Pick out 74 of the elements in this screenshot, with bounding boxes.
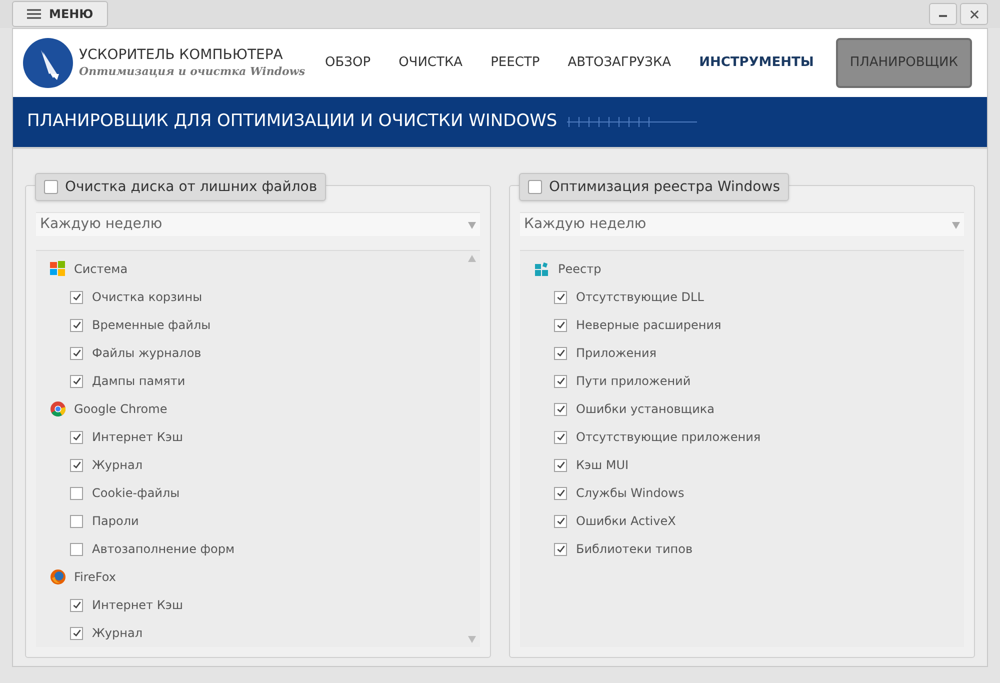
checkbox[interactable] [70,514,83,528]
firefox-logo-icon [50,569,66,585]
option-label: Отсутствующие приложения [576,429,761,446]
schedule-dropdown[interactable]: Каждую неделю [520,212,964,236]
checkbox[interactable] [70,486,83,500]
option-label: Пароли [92,513,139,530]
windows-logo-icon [50,261,66,277]
checkbox[interactable] [554,514,567,528]
schedule-dropdown[interactable]: Каждую неделю [36,212,480,236]
checkbox[interactable] [554,374,567,388]
option-label: Ошибки ActiveX [576,513,676,530]
checkbox[interactable] [554,346,567,360]
nav-tab[interactable]: ОБЗОР [313,38,383,88]
option-label: Файлы журналов [92,345,202,362]
nav-tab[interactable]: АВТОЗАГРУЗКА [556,38,684,88]
nav-tab[interactable]: ОЧИСТКА [386,38,475,88]
checkbox[interactable] [70,318,83,332]
option-label: Неверные расширения [576,317,722,334]
checkbox[interactable] [70,374,83,388]
option-label: Библиотеки типов [576,541,693,558]
checkbox[interactable] [554,542,567,556]
option-label: Очистка корзины [92,289,202,306]
checkbox[interactable] [44,180,58,194]
menu-icon [27,9,41,19]
banner-title: ПЛАНИРОВЩИК ДЛЯ ОПТИМИЗАЦИИ И ОЧИСТКИ WINDOWS [27,110,558,134]
ruler-decoration-icon [567,116,698,128]
checkbox[interactable] [70,626,83,640]
option-label: Пути приложений [576,373,691,390]
chrome-logo-icon [50,401,66,417]
group-label: FireFox [74,569,116,586]
group-label: Google Chrome [74,401,168,418]
menu-button[interactable]: МЕНЮ [12,1,108,27]
nav-tab[interactable]: ИНСТРУМЕНТЫ [687,38,826,88]
option-label: Журнал [92,457,143,474]
dropdown-caret-icon [468,220,476,228]
option-label: Автозаполнение форм [92,541,235,558]
checkbox[interactable] [554,318,567,332]
group-label: Реестр [558,261,602,278]
checkbox[interactable] [70,430,83,444]
checkbox[interactable] [70,458,83,472]
option-label: Cookie-файлы [92,485,180,502]
nav-tab[interactable]: РЕЕСТР [478,38,552,88]
close-button[interactable] [960,3,988,25]
minimize-button[interactable] [929,3,957,25]
registry-icon [534,261,550,277]
app-tagline: Оптимизация и очистка Windows [79,64,306,79]
checkbox[interactable] [554,430,567,444]
checkbox[interactable] [554,458,567,472]
rocket-logo-icon [23,38,73,88]
option-label: Службы Windows [576,485,684,502]
dropdown-caret-icon [952,220,960,228]
section-title: Очистка диска от лишних файлов [65,178,318,196]
group-label: Система [74,261,128,278]
checkbox[interactable] [70,346,83,360]
checkbox[interactable] [554,290,567,304]
option-label: Журнал [92,625,143,642]
option-label: Приложения [576,345,657,362]
option-label: Отсутствующие DLL [576,289,704,306]
option-label: Кэш MUI [576,457,629,474]
option-label: Временные файлы [92,317,211,334]
app-name: УСКОРИТЕЛЬ КОМПЬЮТЕРА [79,47,284,65]
checkbox[interactable] [528,180,542,194]
checkbox[interactable] [554,486,567,500]
nav-tab[interactable]: ПЛАНИРОВЩИК [836,38,972,88]
close-icon [970,10,978,18]
option-label: Ошибки установщика [576,401,714,418]
option-label: Интернет Кэш [92,597,183,614]
option-label: Интернет Кэш [92,429,183,446]
checkbox[interactable] [554,402,567,416]
option-label: Дампы памяти [92,373,186,390]
checkbox[interactable] [70,290,83,304]
checkbox[interactable] [70,598,83,612]
checkbox[interactable] [70,542,83,556]
section-title: Оптимизация реестра Windows [549,178,780,196]
